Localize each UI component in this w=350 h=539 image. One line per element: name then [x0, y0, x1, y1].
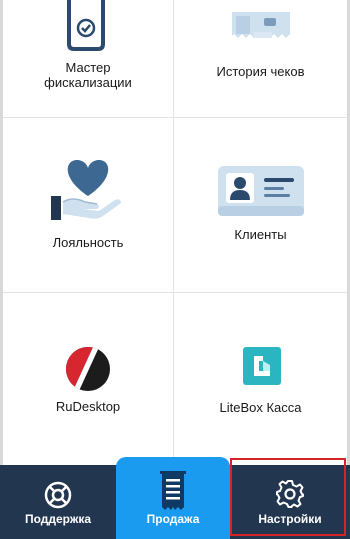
tile-litebox[interactable]: LiteBox Касса: [174, 293, 347, 465]
tile-fiscal-wizard[interactable]: Мастер фискализации: [3, 0, 173, 117]
nav-support[interactable]: Поддержка: [0, 465, 116, 539]
tile-rudesktop[interactable]: RuDesktop: [3, 293, 173, 465]
tile-rudesktop-label: RuDesktop: [55, 399, 121, 414]
gear-icon: [276, 480, 304, 508]
nav-settings-label: Настройки: [258, 512, 322, 526]
nav-sales-label: Продажа: [146, 512, 200, 526]
nav-support-label: Поддержка: [24, 512, 92, 526]
menu-grid: Мастер фискализации История чеков Лояльн…: [3, 0, 347, 465]
tile-fiscal-wizard-label: Мастер фискализации: [44, 60, 132, 90]
tile-litebox-label: LiteBox Касса: [219, 400, 302, 415]
tile-receipt-history-label: История чеков: [216, 64, 305, 79]
nav-settings[interactable]: Настройки: [230, 465, 350, 539]
receipt-icon: [160, 471, 186, 510]
tile-receipt-history[interactable]: История чеков: [174, 0, 347, 117]
litebox-logo-icon: [243, 347, 281, 385]
tile-loyalty-label: Лояльность: [52, 235, 124, 250]
fiscal-wizard-icon: [67, 0, 105, 51]
loyalty-heart-hand-icon: [51, 160, 121, 220]
receipt-history-icon: [232, 12, 290, 38]
nav-sales[interactable]: Продажа: [116, 457, 230, 539]
tile-loyalty[interactable]: Лояльность: [3, 118, 173, 292]
app-screen: Мастер фискализации История чеков Лояльн…: [0, 0, 350, 539]
lifebuoy-icon: [44, 481, 72, 509]
tile-clients-label: Клиенты: [234, 227, 287, 242]
client-card-icon: [218, 166, 304, 216]
rudesktop-logo-icon: [66, 347, 110, 391]
tile-clients[interactable]: Клиенты: [174, 118, 347, 292]
